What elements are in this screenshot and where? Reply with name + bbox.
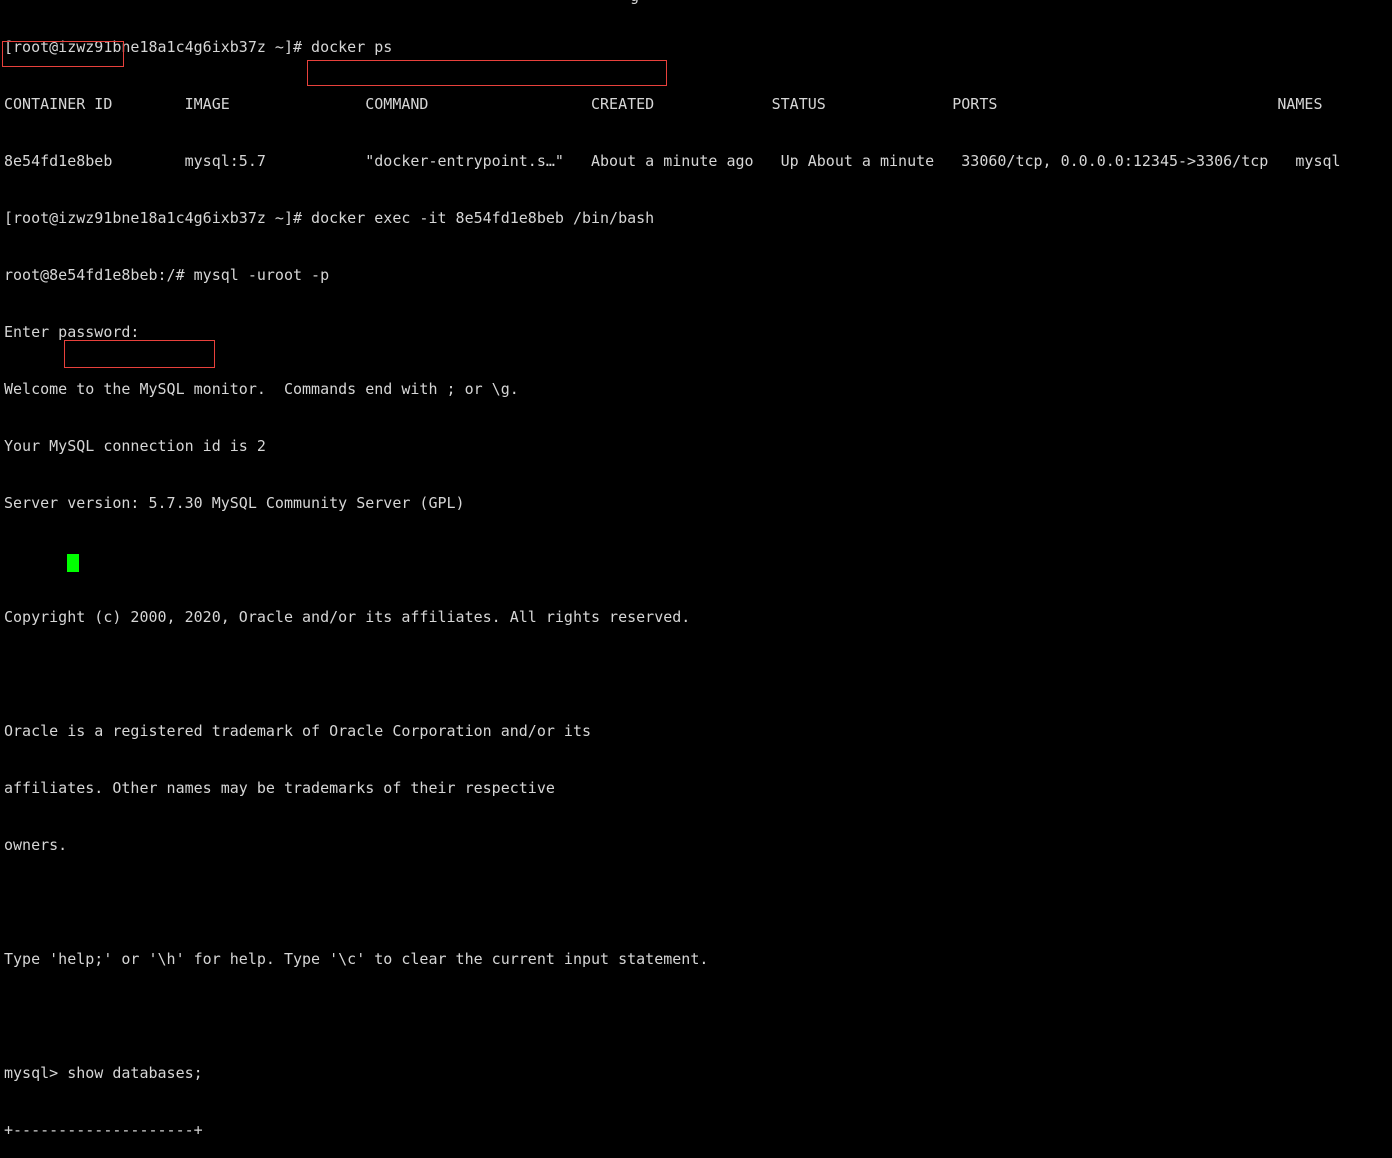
terminal-line: Type 'help;' or '\h' for help. Type '\c'… <box>4 950 709 968</box>
mysql-prompt-line: mysql> show databases; <box>4 1064 203 1082</box>
terminal-output: [root@izwz91bne18a1c4g6ixb37z ~]# docker… <box>4 0 1341 1158</box>
terminal-line: Oracle is a registered trademark of Orac… <box>4 722 591 740</box>
text-cursor <box>67 554 79 572</box>
terminal-line: root@8e54fd1e8beb:/# mysql -uroot -p <box>4 266 330 284</box>
terminal-line: affiliates. Other names may be trademark… <box>4 779 555 797</box>
terminal-line: Copyright (c) 2000, 2020, Oracle and/or … <box>4 608 691 626</box>
terminal-line: owners. <box>4 836 68 854</box>
terminal-window[interactable]: g [root@izwz91bne18a1c4g6ixb37z ~]# dock… <box>0 0 1392 1139</box>
docker-ps-header-row: CONTAINER ID IMAGE COMMAND CREATED STATU… <box>4 95 1323 113</box>
table-border-top: +--------------------+ <box>4 1121 203 1139</box>
docker-ps-data-row: 8e54fd1e8beb mysql:5.7 "docker-entrypoin… <box>4 152 1341 170</box>
terminal-line: [root@izwz91bne18a1c4g6ixb37z ~]# docker… <box>4 209 655 227</box>
terminal-line: [root@izwz91bne18a1c4g6ixb37z ~]# docker… <box>4 38 393 56</box>
terminal-line: Enter password: <box>4 323 140 341</box>
terminal-line: Your MySQL connection id is 2 <box>4 437 266 455</box>
terminal-line: Server version: 5.7.30 MySQL Community S… <box>4 494 465 512</box>
terminal-line: Welcome to the MySQL monitor. Commands e… <box>4 380 519 398</box>
